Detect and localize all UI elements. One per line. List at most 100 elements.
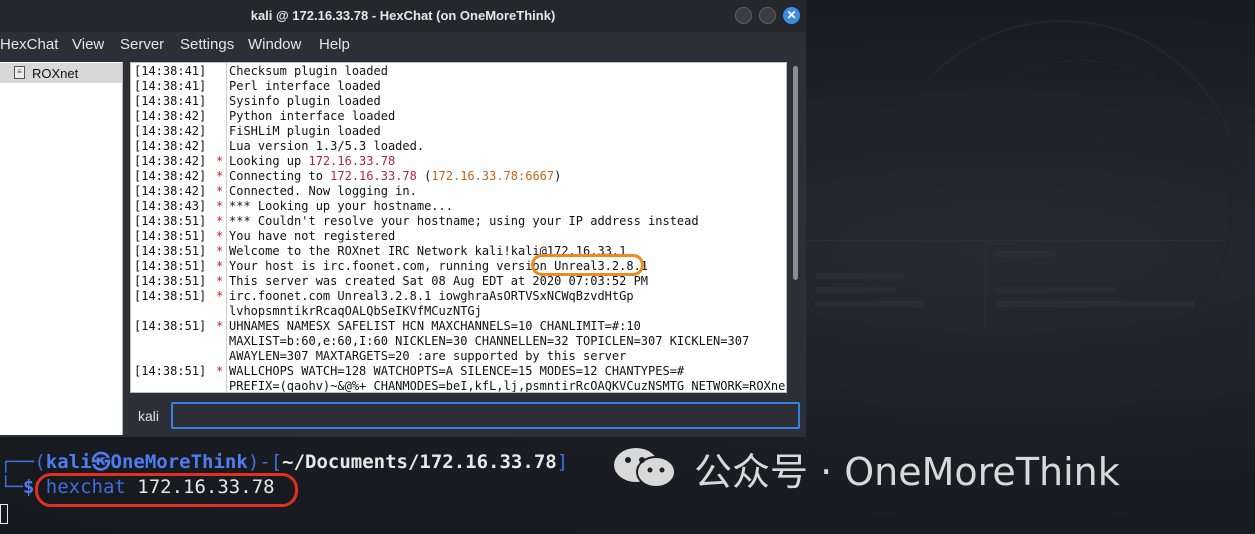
channel-tree: ≡ ROXnet [0,62,123,435]
server-message-marker: * [216,229,224,243]
chat-message: Looking up 172.16.33.78 [229,154,395,169]
nick-button[interactable]: kali [138,408,159,424]
chat-message: *** Couldn't resolve your hostname; usin… [229,214,699,228]
chat-message: AWAYLEN=307 MAXTARGETS=20 :are supported… [229,349,627,363]
menu-view[interactable]: View [72,36,104,53]
message-input[interactable] [171,402,800,429]
scrollbar-thumb[interactable] [793,66,798,280]
timestamp: [14:38:51] [134,319,207,333]
timestamp: [14:38:41] [134,64,207,78]
timestamp: [14:38:51] [134,214,207,228]
chat-log[interactable]: [14:38:41] Checksum plugin loaded [14:38:4… [130,62,787,393]
chat-message: This server was created Sat 08 Aug EDT a… [229,274,649,288]
menu-settings[interactable]: Settings [180,36,234,53]
timestamp: [14:38:42] [134,124,207,138]
maximize-button[interactable] [759,7,776,24]
chat-scrollbar[interactable] [790,62,800,393]
message-text: ( [416,169,432,183]
chat-message: Lua version 1.3/5.3 loaded. [229,139,425,153]
chat-line: [14:38:41] Sysinfo plugin loaded [131,94,786,109]
chat-line: [14:38:51] * *** Couldn't resolve your hos… [131,214,786,229]
wechat-icon [614,448,676,488]
chat-message: MAXLIST=b:60,e:60,I:60 NICKLEN=30 CHANNE… [229,334,750,348]
channel-tree-item-roxnet[interactable]: ≡ ROXnet [0,63,122,83]
host-link[interactable]: 172.16.33.78:6667 [431,169,554,183]
chat-message: irc.foonet.com Unreal3.2.8.1 iowghraAsOR… [229,289,634,303]
chat-message: Checksum plugin loaded [229,64,388,78]
chat-message: lvhopsmntikrRcaqOALQbSeIKVfMCuzNTGj [229,304,482,318]
prompt-open: ┌──( [0,451,46,473]
input-area: kali [130,399,802,431]
server-message-marker: * [216,199,224,213]
chat-message: FiSHLiM plugin loaded [229,124,381,138]
chat-line: AWAYLEN=307 MAXTARGETS=20 :are supported… [131,349,786,364]
title-bar[interactable]: kali @ 172.16.33.78 - HexChat (on OneMor… [0,0,806,32]
prompt-user: kali [45,451,92,473]
chat-message: Connecting to 172.16.33.78 (172.16.33.78… [229,169,561,184]
server-message-marker: * [216,184,224,198]
chat-message: Python interface loaded [229,109,396,123]
chat-message: Connected. Now logging in. [229,184,417,198]
prompt-mid: )-[ [247,451,283,473]
timestamp: [14:38:41] [134,79,207,93]
chat-line: [14:38:42] * Connecting to 172.16.33.78 (1… [131,169,786,184]
chat-message: Sysinfo plugin loaded [229,94,381,108]
chat-line: MAXLIST=b:60,e:60,I:60 NICKLEN=30 CHANNE… [131,334,786,349]
timestamp: [14:38:42] [134,139,207,153]
chat-line: PREFIX=(qaohv)~&@%+ CHANMODES=beI,kfL,lj… [131,379,787,393]
host-link[interactable]: 172.16.33.78 [330,169,417,183]
chat-line: [14:38:51] * Your host is irc.foonet.com, … [131,259,786,274]
background-panel-decoration [805,240,1225,331]
message-text: Connecting to [229,169,331,183]
host-link[interactable]: 172.16.33.78 [308,154,395,168]
chat-line: [14:38:51] * This server was created Sat 0… [131,274,786,289]
close-button[interactable]: ✕ [783,7,800,24]
terminal-cursor [0,504,8,524]
minimize-button[interactable] [735,7,752,24]
chat-message: UHNAMES NAMESX SAFELIST HCN MAXCHANNELS=… [229,319,641,333]
message-text: Looking up [229,154,309,168]
timestamp: [14:38:51] [134,244,207,258]
menu-window[interactable]: Window [248,36,301,53]
timestamp: [14:38:51] [134,289,207,303]
menu-hexchat[interactable]: HexChat [0,36,58,53]
chat-message: You have not registered [229,229,396,243]
chat-line: [14:38:43] * *** Looking up your hostname.… [131,199,786,214]
timestamp: [14:38:42] [134,184,207,198]
window-title: kali @ 172.16.33.78 - HexChat (on OneMor… [250,8,556,23]
timestamp: [14:38:51] [134,274,207,288]
server-message-marker: * [216,289,224,303]
chat-line: [14:38:42] * Looking up 172.16.33.78 [131,154,786,169]
message-text: ) [554,169,562,183]
chat-message: *** Looking up your hostname... [229,199,453,213]
timestamp: [14:38:42] [134,154,207,168]
chat-line: [14:38:51] * WALLCHOPS WATCH=128 WATCHOPTS… [131,364,786,379]
chat-line: [14:38:41] Perl interface loaded [131,79,786,94]
chat-line: lvhopsmntikrRcaqOALQbSeIKVfMCuzNTGj [131,304,786,319]
hexchat-window: kali @ 172.16.33.78 - HexChat (on OneMor… [0,0,806,437]
server-message-marker: * [216,169,224,183]
server-icon: ≡ [14,66,25,79]
chat-message: PREFIX=(qaohv)~&@%+ CHANMODES=beI,kfL,lj… [229,379,787,393]
server-message-marker: * [216,214,224,228]
prompt-corner: └─ [0,476,23,498]
prompt-host: OneMoreThink [110,451,248,473]
menu-help[interactable]: Help [319,36,350,53]
menu-bar: HexChat View Server Settings Window Help [0,32,806,59]
chat-line: [14:38:42] Lua version 1.3/5.3 loaded. [131,139,786,154]
server-message-marker: * [216,274,224,288]
timestamp: [14:38:43] [134,199,207,213]
watermark-text: 公众号 · OneMoreThink [694,450,1120,494]
chat-message: Perl interface loaded [229,79,381,93]
timestamp: [14:38:42] [134,109,207,123]
chat-line: [14:38:42] Python interface loaded [131,109,786,124]
server-message-marker: * [216,319,224,333]
server-message-marker: * [216,259,224,273]
prompt-at-icon: ㉿ [91,451,111,473]
menu-server[interactable]: Server [120,36,164,53]
chat-line: [14:38:51] * UHNAMES NAMESX SAFELIST HCN M… [131,319,786,334]
prompt-path: ~/Documents/172.16.33.78 [282,451,557,473]
command-highlight [35,473,298,507]
unreal-version-highlight [531,254,644,276]
server-message-marker: * [216,154,224,168]
